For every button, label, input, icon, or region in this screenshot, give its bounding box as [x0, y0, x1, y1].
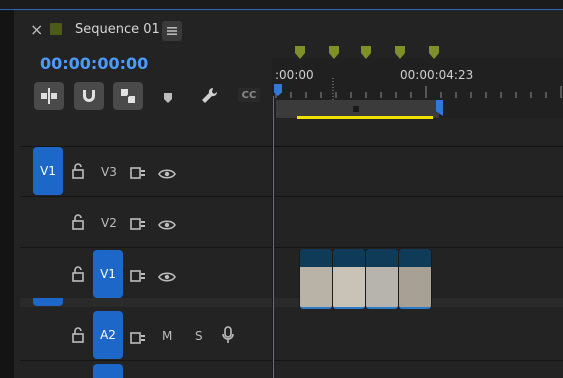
eye-v1[interactable] — [158, 268, 176, 287]
marker-icon — [164, 93, 172, 103]
track-lock-v3[interactable] — [71, 163, 85, 183]
track-target-a2[interactable]: A2 — [93, 311, 123, 359]
track-separator — [20, 196, 563, 197]
eye-icon — [158, 220, 176, 230]
sync-lock-icon — [130, 218, 145, 230]
sync-lock-a2[interactable] — [130, 329, 146, 348]
track-lock-v2[interactable] — [71, 214, 85, 234]
track-name-v2[interactable]: V2 — [101, 216, 117, 230]
snap-magnet-icon — [83, 90, 95, 102]
top-border — [0, 0, 563, 10]
wrench-icon — [202, 87, 218, 103]
solo-a2[interactable]: S — [195, 329, 203, 343]
insert-edit-icon — [41, 88, 57, 104]
settings-wrench-button[interactable] — [199, 86, 219, 106]
sequence-tab-title[interactable]: Sequence 01 — [75, 22, 160, 37]
snap-button[interactable] — [74, 82, 104, 110]
sync-lock-icon — [130, 270, 145, 282]
track-separator — [20, 360, 563, 361]
track-name-v3[interactable]: V3 — [101, 165, 117, 179]
sync-lock-v3[interactable] — [130, 164, 146, 183]
video-clip[interactable] — [399, 249, 431, 309]
track-lock-a2[interactable] — [71, 327, 85, 347]
panel-menu-icon[interactable] — [162, 21, 182, 41]
work-area-grip[interactable] — [353, 106, 359, 112]
insert-edit-button[interactable] — [34, 82, 64, 110]
lock-icon — [72, 163, 84, 179]
video-clip[interactable] — [300, 249, 332, 309]
linked-selection-icon — [121, 89, 135, 103]
sequence-color-label — [50, 23, 62, 35]
render-bar — [297, 116, 433, 119]
linked-selection-button[interactable] — [113, 82, 143, 110]
video-audio-divider[interactable] — [20, 298, 563, 307]
track-separator — [20, 247, 563, 248]
track-target-v1[interactable]: V1 — [93, 250, 123, 298]
track-lock-v1[interactable] — [71, 266, 85, 286]
eye-icon — [158, 272, 176, 282]
lock-icon — [72, 214, 84, 230]
lock-icon — [72, 266, 84, 282]
marker-pins — [295, 46, 439, 59]
marker-button[interactable] — [161, 90, 175, 104]
voiceover-a2[interactable] — [221, 326, 235, 348]
lock-icon — [72, 327, 84, 343]
track-target-a3-stub[interactable] — [93, 364, 123, 378]
video-clip[interactable] — [366, 249, 398, 309]
captions-button[interactable]: CC — [238, 88, 260, 102]
mute-a2[interactable]: M — [162, 329, 172, 343]
source-patch-a1-stub[interactable] — [33, 298, 63, 306]
playhead-line[interactable] — [273, 96, 274, 378]
sync-lock-v2[interactable] — [130, 215, 146, 234]
left-dock-bar — [0, 10, 14, 378]
current-timecode[interactable]: 00:00:00:00 — [40, 54, 148, 73]
eye-v2[interactable] — [158, 216, 176, 235]
sync-lock-icon — [130, 167, 145, 179]
source-patch-v1[interactable]: V1 — [33, 147, 63, 195]
video-clip[interactable] — [333, 249, 365, 309]
eye-v3[interactable] — [158, 165, 176, 184]
sync-lock-v1[interactable] — [130, 267, 146, 286]
sync-lock-icon — [130, 332, 145, 344]
track-separator — [20, 146, 563, 147]
close-icon[interactable]: × — [30, 21, 43, 39]
eye-icon — [158, 169, 176, 179]
mic-icon — [222, 326, 234, 343]
